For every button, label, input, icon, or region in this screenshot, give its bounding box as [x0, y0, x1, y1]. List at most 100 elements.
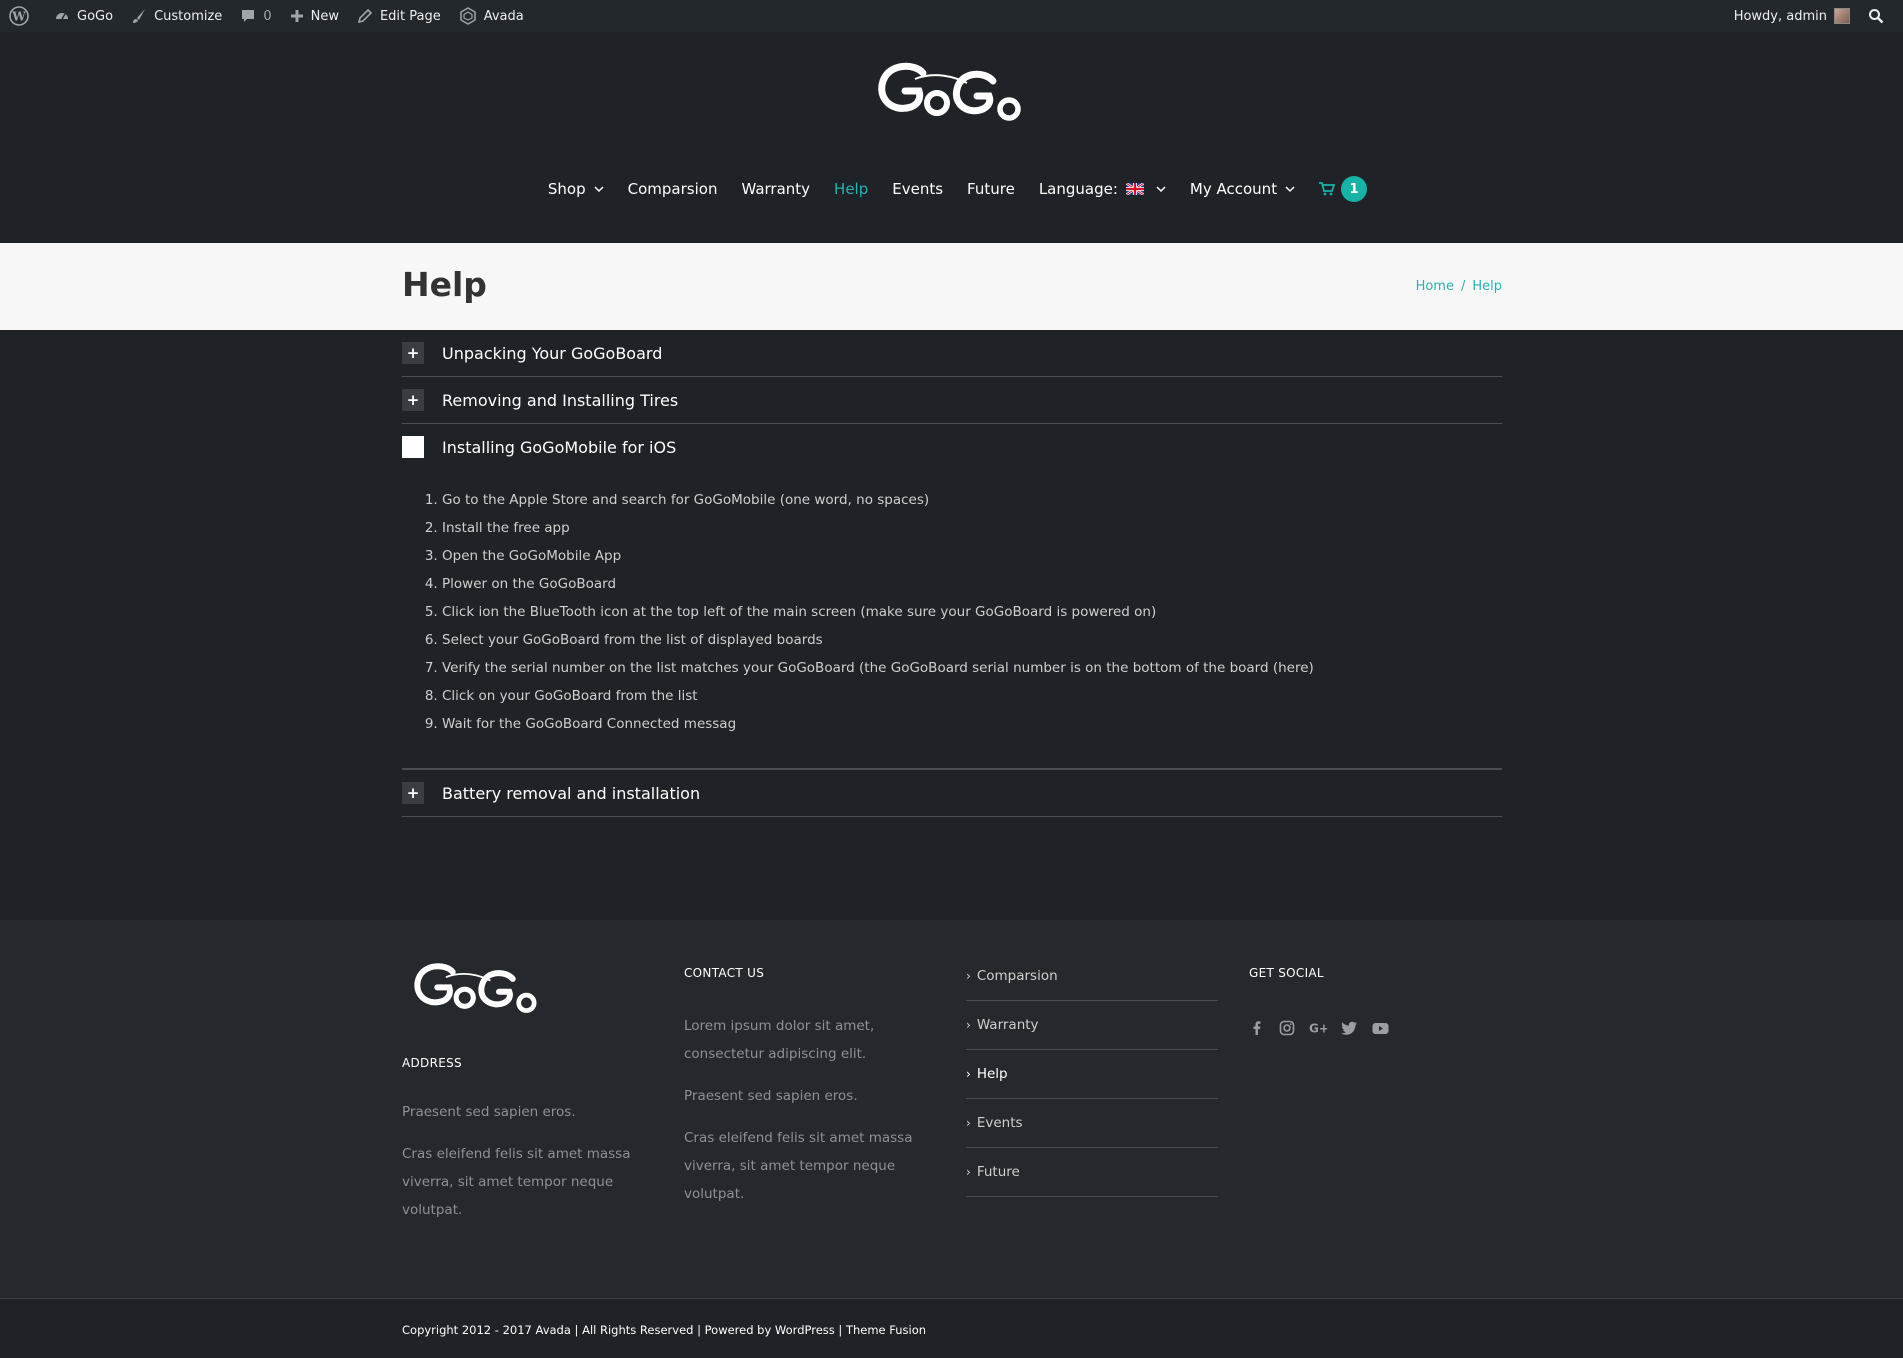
- list-item: Click ion the BlueTooth icon at the top …: [442, 598, 1502, 626]
- wordpress-logo-button[interactable]: W: [0, 0, 45, 32]
- footer-link-warranty[interactable]: › Warranty: [966, 1001, 1218, 1050]
- admin-site-link[interactable]: GoGo: [45, 0, 122, 32]
- admin-site-label: GoGo: [77, 8, 114, 24]
- address-line: Cras eleifend felis sit amet massa viver…: [402, 1146, 631, 1218]
- gogo-footer-logo-icon[interactable]: [402, 960, 554, 1020]
- new-label: New: [310, 8, 339, 24]
- footer-link-label: Comparsion: [976, 968, 1058, 984]
- list-item: Open the GoGoMobile App: [442, 542, 1502, 570]
- nav-my-account-label: My Account: [1189, 180, 1278, 198]
- footer-link-label: Warranty: [976, 1017, 1039, 1033]
- chevron-right-icon: ›: [966, 969, 971, 983]
- dashboard-icon: [56, 13, 68, 20]
- contact-line: Praesent sed sapien eros.: [684, 1088, 858, 1104]
- accordion-title: Removing and Installing Tires: [442, 390, 679, 410]
- main-nav: Shop Comparsion Warranty Help Events Fut…: [0, 176, 1903, 202]
- accordion-title: Battery removal and installation: [442, 783, 701, 803]
- social-icons: G+: [1249, 1020, 1489, 1040]
- customize-button[interactable]: Customize: [122, 0, 231, 32]
- nav-item-future[interactable]: Future: [967, 180, 1015, 198]
- footer-col-contact: CONTACT US Lorem ipsum dolor sit amet, c…: [684, 966, 914, 1208]
- copyright-bar: Copyright 2012 - 2017 Avada | All Rights…: [0, 1298, 1903, 1358]
- nav-item-help[interactable]: Help: [834, 180, 868, 198]
- list-item: Click on your GoGoBoard from the list: [442, 682, 1502, 710]
- footer-link-comparsion[interactable]: › Comparsion: [966, 952, 1218, 1001]
- pencil-icon: [357, 8, 373, 24]
- accordion-toggle-gogomobile[interactable]: Installing GoGoMobile for iOS: [402, 424, 1502, 470]
- nav-item-language[interactable]: Language:: [1039, 180, 1166, 198]
- accordion-item-open: Installing GoGoMobile for iOS Go to the …: [402, 424, 1502, 769]
- nav-item-warranty[interactable]: Warranty: [741, 180, 810, 198]
- accordion-item: + Removing and Installing Tires: [402, 377, 1502, 424]
- accordion-toggle-battery[interactable]: + Battery removal and installation: [402, 770, 1502, 816]
- twitter-icon[interactable]: [1341, 1020, 1358, 1040]
- avada-menu-button[interactable]: Avada: [450, 0, 533, 32]
- uk-flag-icon: [1125, 183, 1144, 195]
- page-title-bar: Help Home / Help: [0, 243, 1903, 330]
- breadcrumb-home-link[interactable]: Home: [1416, 279, 1454, 294]
- accordion-title: Installing GoGoMobile for iOS: [442, 437, 677, 457]
- search-icon: [1869, 9, 1884, 24]
- social-heading: GET SOCIAL: [1249, 966, 1324, 980]
- footer-link-future[interactable]: › Future: [966, 1148, 1218, 1197]
- accordion-content: Go to the Apple Store and search for GoG…: [402, 470, 1502, 768]
- list-item: Go to the Apple Store and search for GoG…: [442, 486, 1502, 514]
- list-item: Verify the serial number on the list mat…: [442, 654, 1502, 682]
- plus-icon: +: [402, 342, 424, 364]
- chevron-down-icon: [1285, 185, 1295, 192]
- avada-icon: [459, 7, 476, 25]
- svg-text:G+: G+: [1309, 1022, 1327, 1036]
- address-line: Praesent sed sapien eros.: [402, 1104, 576, 1120]
- cart-button[interactable]: 1: [1319, 176, 1368, 202]
- chevron-right-icon: ›: [966, 1165, 971, 1179]
- google-plus-icon[interactable]: G+: [1309, 1020, 1329, 1040]
- cart-icon: [1319, 182, 1336, 196]
- list-item: Plower on the GoGoBoard: [442, 570, 1502, 598]
- accordion-toggle-tires[interactable]: + Removing and Installing Tires: [402, 377, 1502, 423]
- help-accordion: + Unpacking Your GoGoBoard + Removing an…: [402, 330, 1502, 817]
- account-menu[interactable]: Howdy, admin: [1725, 0, 1859, 32]
- contact-heading: CONTACT US: [684, 966, 765, 980]
- breadcrumb-separator: /: [1460, 279, 1466, 294]
- wordpress-icon: W: [9, 6, 29, 26]
- chevron-down-icon: [594, 185, 604, 192]
- breadcrumb: Home / Help: [1416, 279, 1502, 294]
- address-heading: ADDRESS: [402, 1056, 462, 1070]
- footer-link-help[interactable]: › Help: [966, 1050, 1218, 1099]
- accordion-item: + Battery removal and installation: [402, 769, 1502, 817]
- site-footer: ADDRESS Praesent sed sapien eros. Cras e…: [0, 920, 1903, 1298]
- chevron-right-icon: ›: [966, 1067, 971, 1081]
- comment-icon: [242, 10, 255, 22]
- accordion-title: Unpacking Your GoGoBoard: [442, 343, 663, 363]
- new-content-button[interactable]: New: [281, 0, 348, 32]
- page-title: Help: [402, 265, 487, 304]
- facebook-icon[interactable]: [1249, 1020, 1265, 1040]
- nav-item-shop[interactable]: Shop: [548, 180, 604, 198]
- admin-bar: W GoGo Customize 0 New Edit Page Avada H…: [0, 0, 1903, 32]
- customize-label: Customize: [154, 8, 223, 24]
- footer-col-address: ADDRESS Praesent sed sapien eros. Cras e…: [402, 960, 642, 1224]
- minus-icon: [402, 436, 424, 458]
- instagram-icon[interactable]: [1279, 1020, 1295, 1040]
- accordion-toggle-unpacking[interactable]: + Unpacking Your GoGoBoard: [402, 330, 1502, 376]
- admin-search-button[interactable]: [1859, 0, 1903, 32]
- nav-item-my-account[interactable]: My Account: [1190, 180, 1295, 198]
- footer-link-events[interactable]: › Events: [966, 1099, 1218, 1148]
- footer-link-label: Events: [976, 1115, 1023, 1131]
- footer-col-social: GET SOCIAL G+: [1249, 966, 1489, 1040]
- install-steps-list: Go to the Apple Store and search for GoG…: [402, 486, 1502, 738]
- plus-icon: [290, 10, 303, 22]
- copyright-text: Copyright 2012 - 2017 Avada | All Rights…: [402, 1323, 927, 1337]
- nav-events-label: Events: [892, 180, 944, 198]
- nav-item-comparsion[interactable]: Comparsion: [628, 180, 718, 198]
- nav-warranty-label: Warranty: [741, 180, 811, 198]
- site-logo[interactable]: [875, 59, 1030, 129]
- contact-line: Cras eleifend felis sit amet massa viver…: [684, 1130, 913, 1202]
- youtube-icon[interactable]: [1372, 1020, 1389, 1040]
- edit-page-button[interactable]: Edit Page: [348, 0, 450, 32]
- nav-item-events[interactable]: Events: [892, 180, 943, 198]
- nav-comparsion-label: Comparsion: [627, 180, 718, 198]
- comments-button[interactable]: 0: [231, 0, 280, 32]
- plus-icon: +: [402, 782, 424, 804]
- site-header: Shop Comparsion Warranty Help Events Fut…: [0, 32, 1903, 243]
